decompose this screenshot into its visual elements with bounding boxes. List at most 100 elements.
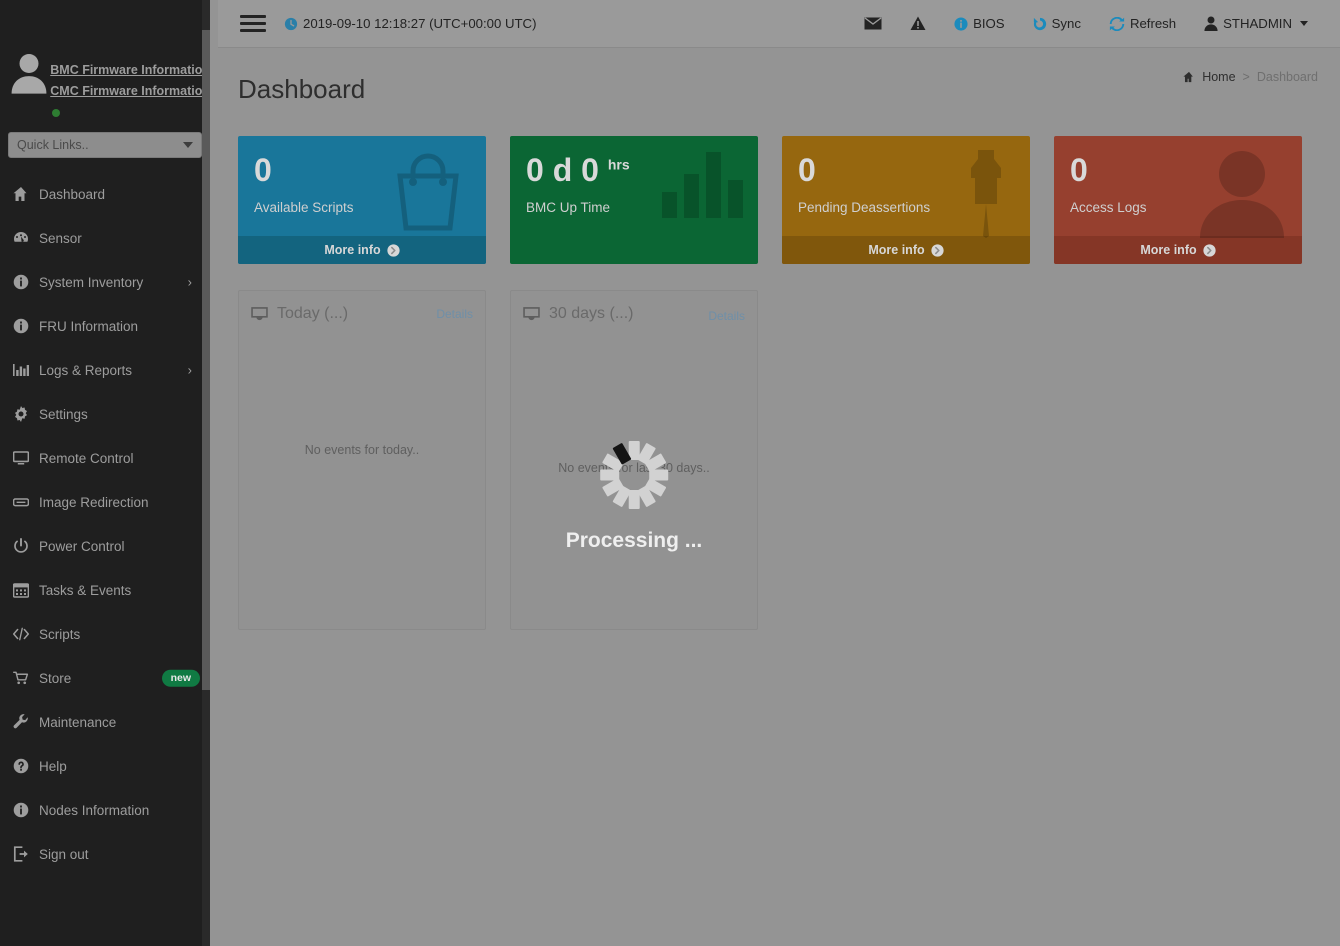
sidebar-item-scripts[interactable]: Scripts [0, 612, 210, 656]
stat-card-pending-deassertions[interactable]: 0 Pending Deassertions More info [782, 136, 1030, 264]
stat-card-number-value: 0 [798, 152, 816, 188]
user-avatar-icon [11, 54, 47, 94]
sidebar-item-label: System Inventory [39, 274, 144, 290]
power-icon [13, 538, 39, 554]
quick-links-select[interactable]: Quick Links.. [8, 132, 202, 158]
arrow-circle-right-icon [386, 243, 400, 257]
sync-button[interactable]: Sync [1019, 16, 1095, 31]
stat-card-body: 0 Access Logs [1054, 136, 1302, 238]
chevron-down-icon [183, 142, 193, 148]
disc-icon [13, 494, 39, 510]
info-icon [13, 318, 39, 334]
event-panel-empty-text: No events for today.. [304, 443, 420, 457]
bar-chart-icon [13, 362, 39, 378]
inbox-icon [523, 307, 540, 321]
mail-button[interactable] [850, 17, 896, 30]
event-panel-details-link[interactable]: Details [708, 309, 745, 323]
sidebar-item-remote-control[interactable]: Remote Control [0, 436, 210, 480]
handbag-icon [382, 146, 474, 238]
calendar-icon [13, 582, 39, 598]
sidebar-item-settings[interactable]: Settings [0, 392, 210, 436]
refresh-icon [1109, 16, 1125, 31]
bmc-firmware-link[interactable]: BMC Firmware Information [50, 60, 210, 81]
stat-card-access-logs[interactable]: 0 Access Logs More info [1054, 136, 1302, 264]
stat-card-bmc-up-time[interactable]: 0 d 0 hrs BMC Up Time [510, 136, 758, 264]
main-content: Dashboard Home > Dashboard 0 Available Sc… [218, 48, 1340, 946]
stat-card-available-scripts[interactable]: 0 Available Scripts More info [238, 136, 486, 264]
gauge-icon [13, 230, 39, 246]
stat-card-more-info-link[interactable]: More info [1054, 236, 1302, 264]
sidebar-item-label: Store [39, 670, 72, 686]
profile-block: BMC Firmware Information CMC Firmware In… [0, 0, 210, 126]
info-icon [13, 802, 39, 818]
sidebar-item-sign-out[interactable]: Sign out [0, 832, 210, 876]
stat-card-body: 0 d 0 hrs BMC Up Time [510, 136, 758, 236]
cmc-firmware-link[interactable]: CMC Firmware Information [50, 81, 210, 102]
breadcrumb-home[interactable]: Home [1202, 70, 1235, 84]
avatar [8, 52, 50, 94]
sidebar-item-maintenance[interactable]: Maintenance [0, 700, 210, 744]
person-icon [1194, 146, 1290, 238]
info-circle-icon [954, 16, 968, 31]
chevron-right-icon: › [187, 274, 192, 290]
datetime-text: 2019-09-10 12:18:27 (UTC+00:00 UTC) [303, 16, 537, 31]
envelope-icon [864, 17, 882, 30]
event-panel-title: 30 days (...) [549, 305, 634, 322]
event-panel-details-link[interactable]: Details [436, 307, 473, 321]
topbar-actions: BIOS Sync Refresh STHADMIN [850, 16, 1340, 31]
breadcrumb: Home > Dashboard [1183, 70, 1318, 84]
stat-card-more-info-link[interactable]: More info [782, 236, 1030, 264]
sidebar-item-label: Dashboard [39, 186, 106, 202]
sidebar-item-tasks-events[interactable]: Tasks & Events [0, 568, 210, 612]
sync-label: Sync [1051, 16, 1081, 31]
pushpin-icon [954, 146, 1018, 238]
event-panel-title: Today (...) [277, 305, 349, 322]
sidebar-item-nodes-information[interactable]: Nodes Information [0, 788, 210, 832]
user-menu-button[interactable]: STHADMIN [1190, 16, 1322, 31]
sidebar-item-power-control[interactable]: Power Control [0, 524, 210, 568]
sidebar-item-label: Power Control [39, 538, 125, 554]
sidebar-item-label: Logs & Reports [39, 362, 133, 378]
more-info-label: More info [868, 243, 925, 257]
stat-card-number-value: 0 [254, 152, 272, 188]
sidebar: BMC Firmware Information CMC Firmware In… [0, 0, 210, 946]
bar-chart-icon [660, 146, 746, 218]
processing-overlay: Processing ... [566, 441, 702, 553]
sidebar-scrollbar[interactable] [202, 0, 210, 946]
sidebar-item-system-inventory[interactable]: System Inventory › [0, 260, 210, 304]
page-title: Dashboard [238, 74, 366, 104]
dashboard-page: BMC Firmware Information CMC Firmware In… [0, 0, 1340, 946]
stat-card-more-info-link[interactable]: More info [238, 236, 486, 264]
more-info-label: More info [324, 243, 381, 257]
refresh-button[interactable]: Refresh [1095, 16, 1190, 31]
page-header: Dashboard Home > Dashboard [218, 48, 1340, 136]
home-icon [1183, 71, 1195, 83]
sidebar-item-label: Maintenance [39, 714, 117, 730]
sidebar-item-logs-reports[interactable]: Logs & Reports › [0, 348, 210, 392]
wrench-icon [13, 714, 39, 730]
bios-label: BIOS [973, 16, 1005, 31]
stat-card-body: 0 Available Scripts [238, 136, 486, 236]
more-info-label: More info [1140, 243, 1197, 257]
sidebar-item-label: Help [39, 758, 67, 774]
sidebar-item-image-redirection[interactable]: Image Redirection [0, 480, 210, 524]
sidebar-item-help[interactable]: Help [0, 744, 210, 788]
stat-card-unit: hrs [607, 156, 630, 173]
sidebar-item-label: Sign out [39, 846, 89, 862]
sidebar-item-label: Nodes Information [39, 802, 150, 818]
sidebar-item-store[interactable]: Store new [0, 656, 210, 700]
bios-button[interactable]: BIOS [940, 16, 1019, 31]
datetime-display: 2019-09-10 12:18:27 (UTC+00:00 UTC) [284, 16, 536, 31]
sidebar-item-sensor[interactable]: Sensor [0, 216, 210, 260]
hamburger-menu-icon[interactable] [240, 11, 266, 36]
stat-card-body: 0 Pending Deassertions [782, 136, 1030, 238]
warning-button[interactable] [896, 16, 940, 31]
event-panel-header: 30 days (...) Details [511, 291, 757, 323]
sidebar-item-label: Sensor [39, 230, 82, 246]
sidebar-item-label: Settings [39, 406, 88, 422]
event-panel: 30 days (...) Details No events for last 3… [510, 290, 758, 630]
sidebar-item-dashboard[interactable]: Dashboard [0, 172, 210, 216]
sidebar-scrollbar-thumb[interactable] [202, 30, 210, 690]
firmware-links: BMC Firmware Information CMC Firmware In… [50, 52, 210, 117]
sidebar-item-fru-information[interactable]: FRU Information [0, 304, 210, 348]
